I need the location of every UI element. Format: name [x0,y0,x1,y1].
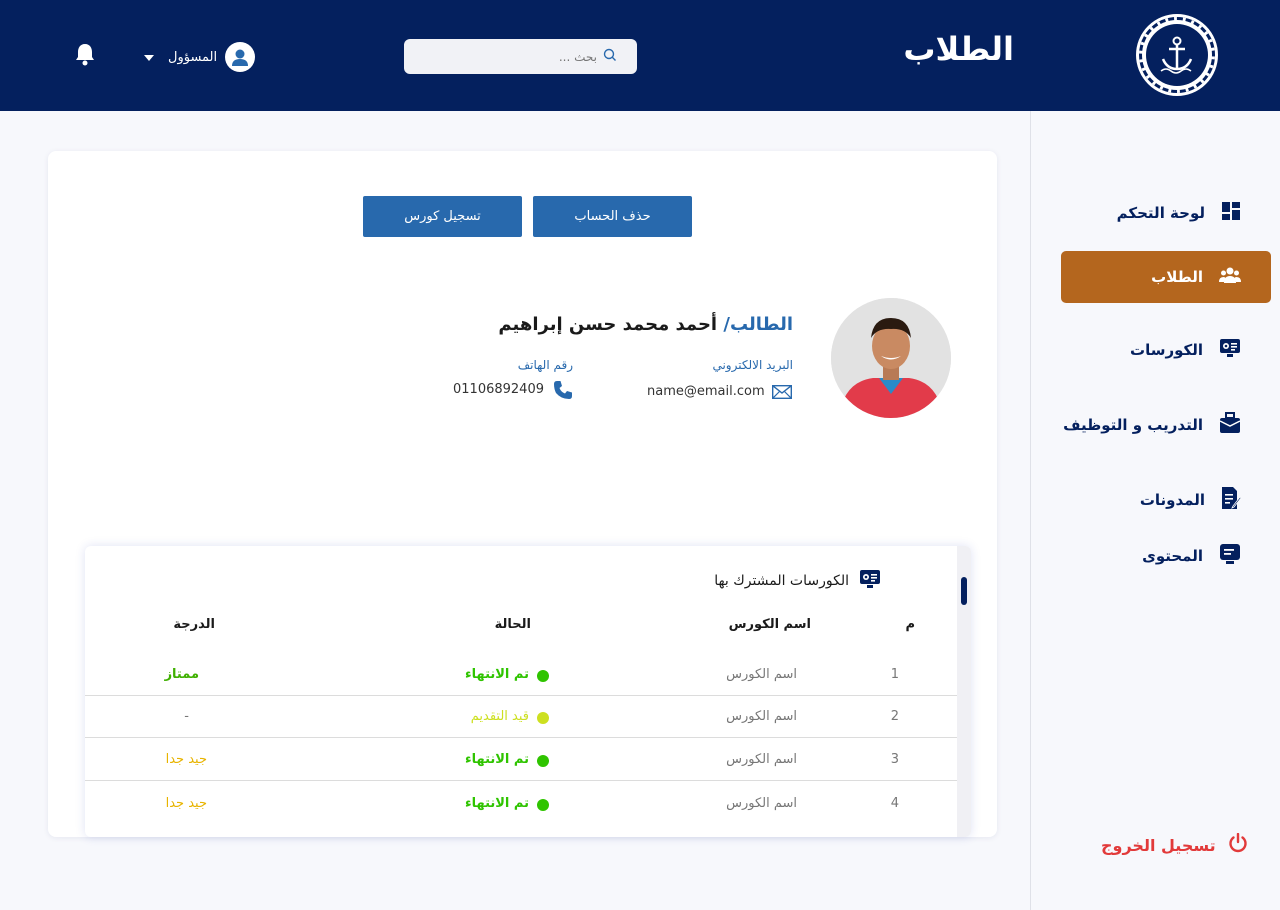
users-icon [1219,266,1241,288]
search-box[interactable] [404,39,637,74]
sidebar-item-content[interactable]: المحتوى [1061,530,1271,582]
student-name: الطالب/ أحمد محمد حسن إبراهيم [498,314,793,335]
email-label: البريد الالكتروني [712,358,793,372]
row-status: تم الانتهاء [464,667,529,682]
sidebar-item-label: التدريب و التوظيف [1063,416,1203,434]
content-icon [1219,543,1241,569]
table-row[interactable]: 3 اسم الكورس تم الانتهاء جيد جدا [85,739,957,781]
status-done-dot [537,799,549,811]
logo[interactable] [1136,14,1218,96]
sidebar-item-label: المحتوى [1142,547,1203,565]
sidebar-item-label: الطلاب [1151,268,1203,286]
subscribed-courses-panel: الكورسات المشترك بها م اسم الكورس الحالة… [85,546,971,837]
student-photo [831,298,951,418]
sidebar-item-courses[interactable]: الكورسات [1061,324,1271,376]
courses-title: الكورسات المشترك بها [714,573,849,589]
row-course-name: اسم الكورس [726,709,797,724]
dashboard-icon [1221,201,1241,225]
row-grade: جيد جدا [165,796,207,811]
row-num: 2 [890,709,899,724]
logout-button[interactable]: تسجيل الخروج [1101,832,1248,857]
row-grade: جيد جدا [165,752,207,767]
page-title: الطلاب [903,30,1014,68]
status-done-dot [537,755,549,767]
row-status: تم الانتهاء [464,796,529,811]
courses-icon [859,569,881,593]
row-grade: - [184,709,189,724]
bell-icon[interactable] [74,42,96,70]
power-icon [1228,832,1248,857]
student-profile-card: حذف الحساب تسجيل كورس الطالب/ أحمد محمد … [48,151,997,837]
logout-label: تسجيل الخروج [1101,835,1216,855]
table-row[interactable]: 1 اسم الكورس تم الانتهاء ممتاز [85,654,957,696]
scrollbar-thumb[interactable] [961,577,967,605]
row-grade: ممتاز [164,667,199,682]
chevron-down-icon[interactable] [144,50,154,65]
sidebar-item-blogs[interactable]: المدونات [1061,474,1271,526]
email-value: name@email.com [647,384,765,399]
user-label: المسؤول [168,49,218,65]
row-status: تم الانتهاء [464,752,529,767]
delete-account-button[interactable]: حذف الحساب [533,196,692,237]
sidebar-item-dashboard[interactable]: لوحة التحكم [1061,187,1271,239]
mail-icon [771,384,793,403]
search-input[interactable] [447,49,597,64]
row-course-name: اسم الكورس [726,667,797,682]
avatar-icon[interactable] [225,42,256,72]
student-name-value: أحمد محمد حسن إبراهيم [498,314,718,335]
courses-panel-header: الكورسات المشترك بها [714,569,881,593]
search-icon[interactable] [603,47,617,66]
row-num: 4 [890,796,899,811]
column-header-num: م [905,617,915,632]
phone-value: 01106892409 [453,382,544,397]
sidebar-item-students[interactable]: الطلاب [1061,251,1271,303]
row-num: 3 [890,752,899,767]
user-menu[interactable]: المسؤول [144,42,256,72]
phone-label: رقم الهاتف [517,358,573,372]
column-header-grade: الدرجة [173,617,215,632]
briefcase-icon [1219,412,1241,438]
column-header-course-name: اسم الكورس [728,617,811,632]
sidebar-item-label: لوحة التحكم [1116,204,1205,222]
row-course-name: اسم الكورس [726,752,797,767]
courses-icon [1219,338,1241,362]
sidebar: لوحة التحكم الطلاب الكورسات التدريب و ال… [1030,111,1280,910]
register-course-button[interactable]: تسجيل كورس [363,196,522,237]
table-row[interactable]: 2 اسم الكورس قيد التقديم - [85,696,957,738]
table-row[interactable]: 4 اسم الكورس تم الانتهاء جيد جدا [85,783,957,825]
status-pending-dot [537,712,549,724]
blog-edit-icon [1221,486,1242,514]
anchor-icon [1146,24,1208,86]
student-name-prefix: الطالب/ [723,314,793,335]
row-status: قيد التقديم [470,709,529,724]
status-done-dot [537,670,549,682]
sidebar-item-label: الكورسات [1130,341,1203,359]
top-header: الطلاب المسؤول [0,0,1280,111]
row-num: 1 [890,667,899,682]
column-header-status: الحالة [494,617,531,632]
phone-icon [553,380,573,404]
sidebar-item-label: المدونات [1139,491,1205,509]
sidebar-item-training[interactable]: التدريب و التوظيف [1061,399,1271,451]
row-course-name: اسم الكورس [726,796,797,811]
